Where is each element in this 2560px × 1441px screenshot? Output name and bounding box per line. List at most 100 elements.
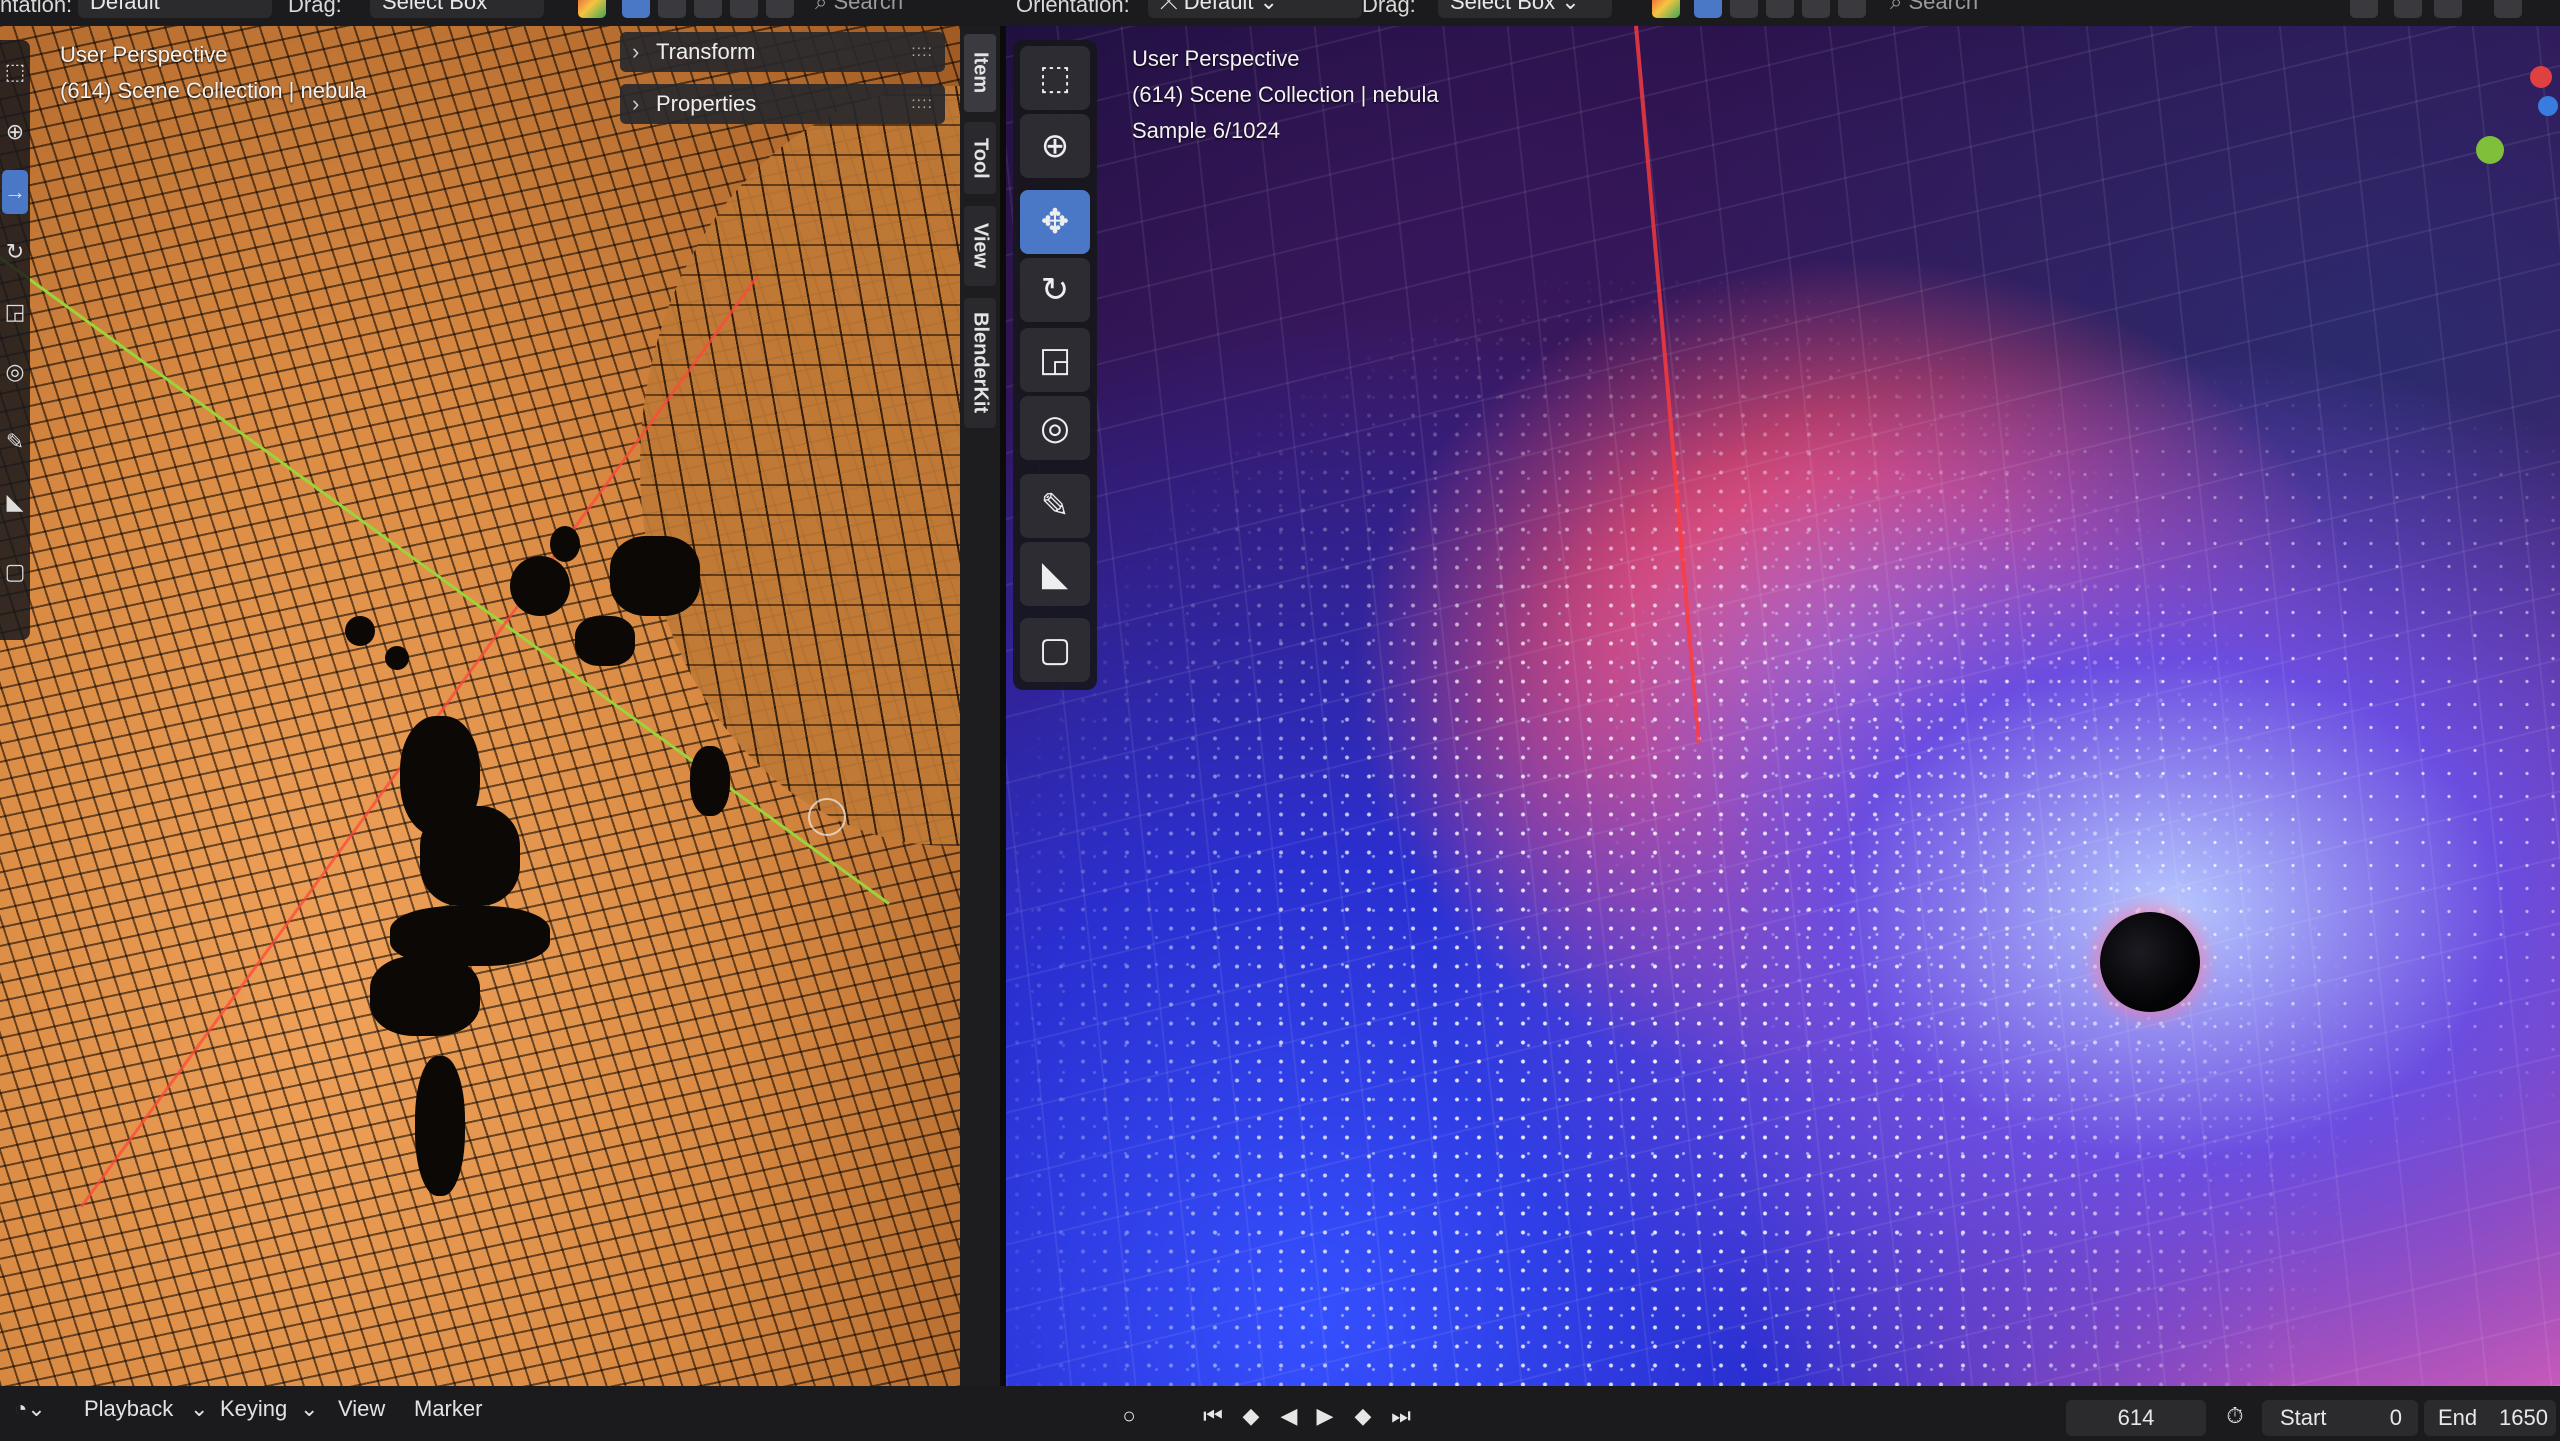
filter-icon[interactable] [2494,0,2522,18]
dark-sphere-object [2100,912,2200,1012]
measure-icon[interactable]: ◣ [2,480,28,524]
shading-rendered-icon-right[interactable] [1838,0,1866,18]
navigation-gizmo-y-icon[interactable] [2476,136,2504,164]
particle-cluster [415,1056,465,1196]
rotate-icon[interactable]: ↻ [1020,258,1090,322]
select-mode-icon-right[interactable] [1694,0,1722,18]
start-frame-field[interactable]: Start 0 [2262,1400,2418,1436]
particle-cluster [385,646,409,670]
measure-icon[interactable]: ◣ [1020,542,1090,606]
tab-item[interactable]: Item [964,34,996,112]
layout-icon[interactable] [2434,0,2462,18]
prev-keyframe-icon[interactable]: ◆ [1236,1401,1266,1431]
orientation-dropdown-left[interactable]: Default [78,0,272,18]
transform-icon[interactable]: ◎ [1020,396,1090,460]
jump-start-icon[interactable]: ⏮ [1198,1401,1228,1431]
next-keyframe-icon[interactable]: ◆ [1348,1401,1378,1431]
orientation-label-left: ntation: [0,0,73,17]
search-placeholder-left: Search [833,0,904,14]
panel-transform[interactable]: › Transform :::: [620,32,945,72]
color-picker-icon-right[interactable] [1652,0,1680,18]
end-frame-field[interactable]: End 1650 [2424,1400,2556,1436]
nebula-stars [1006,26,2560,1386]
shading-material-icon-right[interactable] [1802,0,1830,18]
tab-blenderkit[interactable]: BlenderKit [964,298,996,428]
orientation-value-left: Default [90,0,160,14]
chevron-down-icon: ⌄ [300,1396,319,1421]
particle-cluster [345,616,375,646]
start-frame-label: Start [2280,1405,2327,1430]
overlay-icon[interactable] [2350,0,2378,18]
shading-solid-icon-right[interactable] [1766,0,1794,18]
drag-handle-icon[interactable]: :::: [911,32,933,72]
cursor-icon[interactable]: ⊕ [1020,114,1090,178]
search-field-right[interactable]: ⌕ Search [1890,0,1978,18]
menu-view[interactable]: View [338,1396,385,1422]
particle-cluster [575,616,635,666]
chevron-down-icon: ⌄ [1555,0,1580,14]
bookmark-icon[interactable] [2394,0,2422,18]
chevron-down-icon: ⌄ [1253,0,1278,14]
annotate-icon[interactable]: ✎ [1020,474,1090,538]
drag-value-right: Select Box [1450,0,1556,14]
chevron-right-icon: › [632,91,640,116]
search-icon: ⌕ [1890,0,1909,14]
shading-rendered-icon-left[interactable] [766,0,794,18]
shading-wireframe-icon-right[interactable] [1730,0,1758,18]
select-box-icon[interactable]: ⬚ [2,50,28,94]
add-cube-icon[interactable]: ▢ [2,550,28,594]
drag-dropdown-right[interactable]: Select Box ⌄ [1438,0,1612,18]
particle-cluster [370,956,480,1036]
play-reverse-icon[interactable]: ◀ [1274,1401,1304,1431]
transform-icon[interactable]: ◎ [2,350,28,394]
select-box-icon[interactable]: ⬚ [1020,46,1090,110]
3d-cursor-icon[interactable] [808,798,846,836]
move-icon[interactable]: ✥ [1020,190,1090,254]
move-icon[interactable]: → [2,170,28,214]
menu-marker[interactable]: Marker [414,1396,482,1422]
left-toolbar: ⬚ ⊕ → ↻ ◲ ◎ ✎ ◣ ▢ [0,40,30,640]
rendered-viewport[interactable] [1006,26,2560,1386]
panel-transform-label: Transform [656,39,756,64]
jump-end-icon[interactable]: ⏭ [1386,1401,1416,1431]
drag-dropdown-left[interactable]: Select Box [370,0,544,18]
drag-handle-icon[interactable]: :::: [911,84,933,124]
navigation-gizmo-z-icon[interactable] [2538,96,2558,116]
select-mode-icon-left[interactable] [622,0,650,18]
add-cube-icon[interactable]: ▢ [1020,618,1090,682]
start-frame-value: 0 [2389,1405,2402,1430]
shading-solid-icon-left[interactable] [694,0,722,18]
shading-material-icon-left[interactable] [730,0,758,18]
scale-icon[interactable]: ◲ [2,290,28,334]
menu-keying[interactable]: Keying [220,1396,287,1422]
preview-range-icon[interactable]: ⏱ [2220,1401,2250,1431]
panel-properties[interactable]: › Properties :::: [620,84,945,124]
rotate-icon[interactable]: ↻ [2,230,28,274]
particle-cluster [610,536,700,616]
editor-type-icon[interactable]: ◔⌄ [14,1396,46,1422]
tab-tool[interactable]: Tool [964,122,996,194]
search-field-left[interactable]: ⌕ Search [815,0,903,18]
play-icon[interactable]: ▶ [1310,1401,1340,1431]
navigation-gizmo-x-icon[interactable] [2530,66,2552,88]
left-collection-info: (614) Scene Collection | nebula [60,78,367,103]
particle-cluster [420,806,520,906]
current-frame-field[interactable]: 614 [2066,1400,2206,1436]
end-frame-label: End [2438,1405,2478,1430]
chevron-down-icon: ⌄ [190,1396,209,1421]
drag-value-left: Select Box [382,0,488,14]
tab-view[interactable]: View [964,206,996,286]
orientation-dropdown-right[interactable]: ⤧ Default ⌄ [1148,0,1362,18]
transform-orientation-icon: ⤧ [1160,0,1184,14]
shading-wireframe-icon-left[interactable] [658,0,686,18]
auto-keying-icon[interactable]: ○ [1114,1401,1144,1431]
scale-icon[interactable]: ◲ [1020,328,1090,392]
particle-cluster [690,746,730,816]
annotate-icon[interactable]: ✎ [2,420,28,464]
cursor-icon[interactable]: ⊕ [2,110,28,154]
wireframe-viewport[interactable] [0,26,965,1386]
search-icon: ⌕ [815,0,834,14]
color-picker-icon-left[interactable] [578,0,606,18]
menu-playback[interactable]: Playback [84,1396,173,1422]
current-frame-value: 614 [2117,1405,2155,1430]
